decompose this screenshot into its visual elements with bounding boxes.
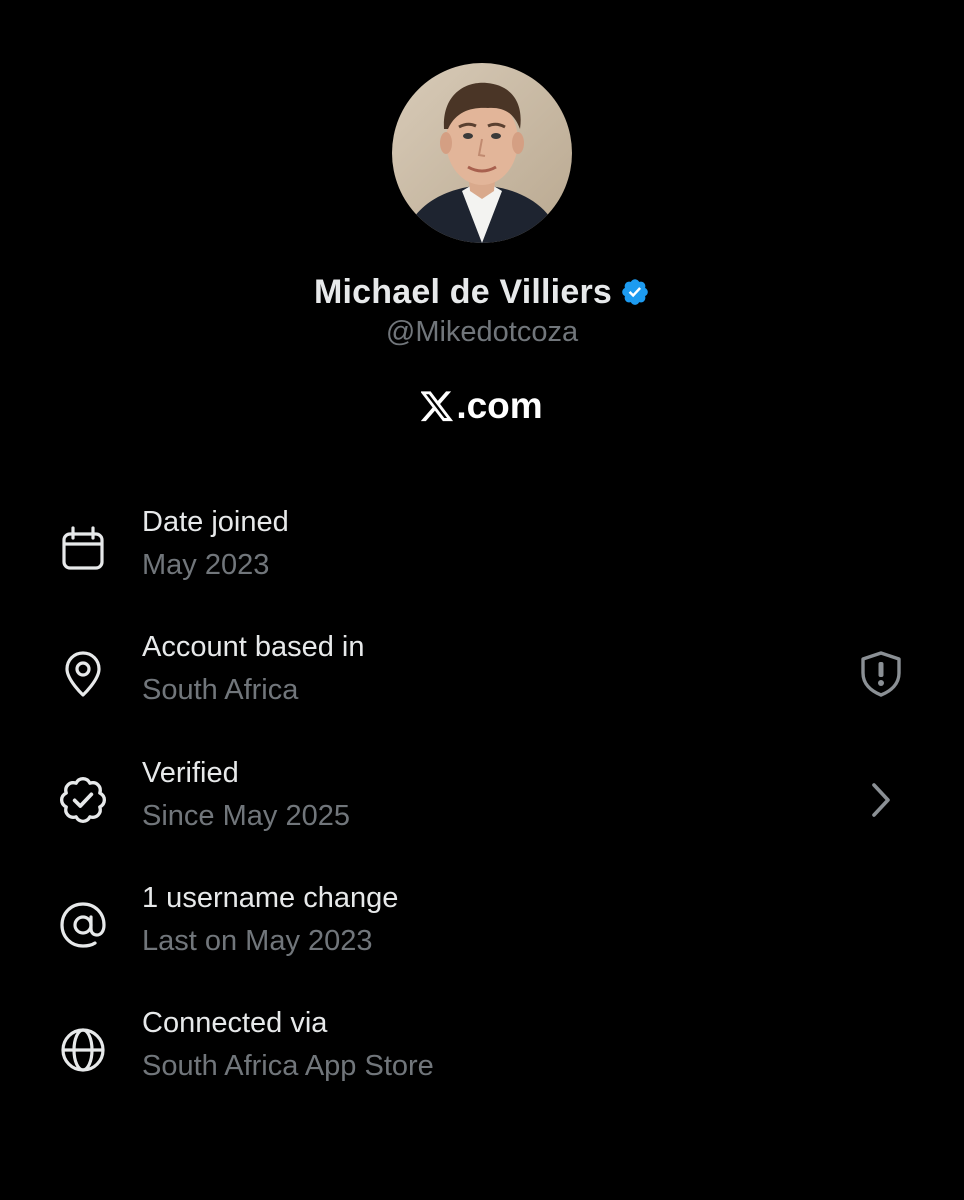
row-title: Date joined bbox=[142, 506, 289, 538]
chevron-right-icon[interactable] bbox=[856, 775, 906, 825]
avatar[interactable] bbox=[392, 63, 572, 243]
row-subtitle: Last on May 2023 bbox=[142, 925, 373, 957]
profile-handle: @Mikedotcoza bbox=[385, 316, 579, 348]
calendar-icon bbox=[58, 524, 108, 574]
row-date-joined: Date joined May 2023 bbox=[0, 497, 964, 597]
row-title: Connected via bbox=[142, 1007, 328, 1039]
row-account-based-in: Account based in South Africa bbox=[0, 622, 964, 722]
verified-check-icon bbox=[58, 775, 108, 825]
row-username-change: 1 username change Last on May 2023 bbox=[0, 873, 964, 973]
row-verified[interactable]: Verified Since May 2025 bbox=[0, 748, 964, 848]
profile-photo bbox=[392, 63, 572, 243]
row-connected-via: Connected via South Africa App Store bbox=[0, 998, 964, 1098]
profile-name-row: Michael de Villiers bbox=[0, 270, 964, 314]
location-pin-icon bbox=[58, 649, 108, 699]
at-sign-icon bbox=[58, 900, 108, 950]
verified-badge-icon[interactable] bbox=[620, 277, 650, 307]
row-subtitle: Since May 2025 bbox=[142, 800, 350, 832]
globe-icon bbox=[58, 1025, 108, 1075]
row-subtitle: South Africa bbox=[142, 674, 299, 706]
site-label: .com bbox=[0, 382, 964, 430]
x-logo-icon bbox=[421, 390, 454, 421]
shield-alert-icon[interactable] bbox=[856, 649, 906, 699]
display-name: Michael de Villiers bbox=[314, 272, 612, 311]
row-title: Account based in bbox=[142, 631, 365, 663]
row-subtitle: South Africa App Store bbox=[142, 1050, 434, 1082]
site-domain-text: .com bbox=[456, 385, 543, 426]
row-title: 1 username change bbox=[142, 882, 399, 914]
row-subtitle: May 2023 bbox=[142, 549, 270, 581]
row-title: Verified bbox=[142, 757, 239, 789]
